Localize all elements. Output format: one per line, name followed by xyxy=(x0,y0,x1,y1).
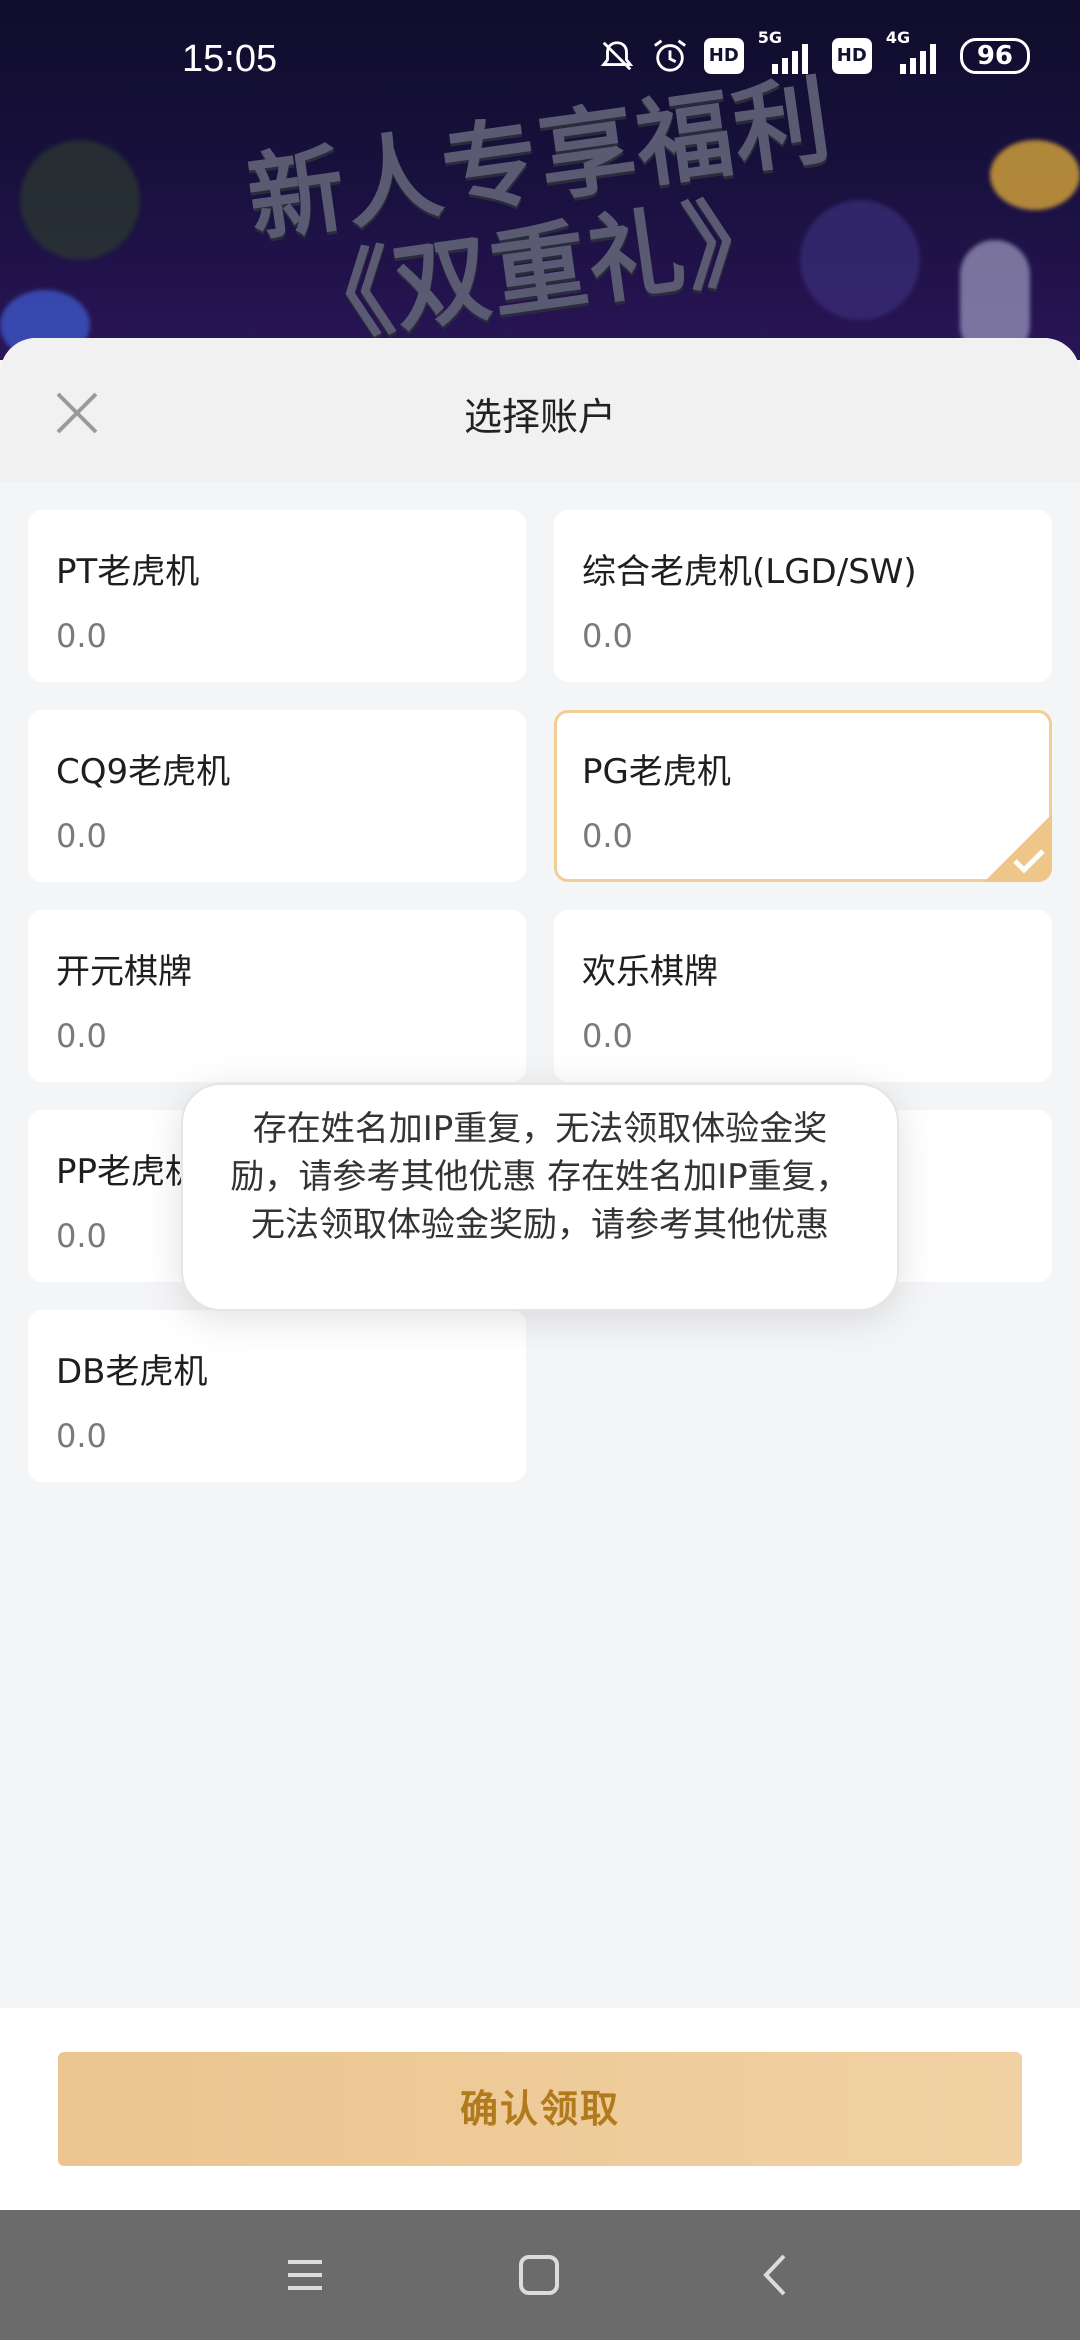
account-card-pt[interactable]: PT老虎机 0.0 xyxy=(28,510,526,682)
account-name: CQ9老虎机 xyxy=(56,752,231,792)
account-balance: 0.0 xyxy=(56,1017,107,1055)
check-icon xyxy=(1013,849,1045,874)
account-balance: 0.0 xyxy=(582,1017,633,1055)
account-card-db[interactable]: DB老虎机 0.0 xyxy=(28,1310,526,1482)
account-balance: 0.0 xyxy=(56,617,107,655)
account-name: DB老虎机 xyxy=(56,1352,208,1392)
selected-check-badge xyxy=(984,814,1052,882)
account-name: 开元棋牌 xyxy=(56,952,192,992)
home-icon[interactable] xyxy=(514,2250,564,2300)
sheet-header: 选择账户 xyxy=(0,338,1080,482)
back-icon[interactable] xyxy=(752,2250,802,2300)
account-balance: 0.0 xyxy=(582,617,633,655)
toast-message: 存在姓名加IP重复，无法领取体验金奖励，请参考其他优惠 存在姓名加IP重复，无法… xyxy=(181,1083,899,1311)
5g-signal-icon: 5G xyxy=(758,28,818,74)
menu-icon[interactable] xyxy=(280,2250,330,2300)
account-card-huanle[interactable]: 欢乐棋牌 0.0 xyxy=(554,910,1052,1082)
coin-decoration xyxy=(990,140,1080,210)
sheet-footer: 确认领取 xyxy=(0,2008,1080,2210)
alarm-icon xyxy=(653,39,686,72)
4g-signal-icon: 4G xyxy=(886,28,946,74)
account-name: PG老虎机 xyxy=(582,752,731,792)
account-balance: 0.0 xyxy=(56,817,107,855)
account-balance: 0.0 xyxy=(582,817,633,855)
bell-off-icon xyxy=(600,41,634,71)
account-card-pg[interactable]: PG老虎机 0.0 xyxy=(554,710,1052,882)
confirm-claim-button[interactable]: 确认领取 xyxy=(58,2052,1022,2166)
account-card-lgd-sw[interactable]: 综合老虎机(LGD/SW) 0.0 xyxy=(554,510,1052,682)
status-icons: HD 5G HD 4G 96 xyxy=(598,28,1030,74)
account-balance: 0.0 xyxy=(56,1417,107,1455)
account-card-kaiyuan[interactable]: 开元棋牌 0.0 xyxy=(28,910,526,1082)
account-grid: PT老虎机 0.0 综合老虎机(LGD/SW) 0.0 CQ9老虎机 0.0 P… xyxy=(28,510,1052,1482)
hd-icon: HD xyxy=(703,38,744,74)
battery-indicator: 96 xyxy=(959,38,1030,74)
hd-icon: HD xyxy=(831,38,872,74)
system-nav-bar xyxy=(0,2210,1080,2340)
sheet-title: 选择账户 xyxy=(463,395,616,439)
status-time: 15:05 xyxy=(182,38,278,80)
account-name: 欢乐棋牌 xyxy=(582,952,718,992)
account-card-cq9[interactable]: CQ9老虎机 0.0 xyxy=(28,710,526,882)
chip-decoration xyxy=(20,140,140,260)
account-name: PT老虎机 xyxy=(56,552,200,592)
account-name: 综合老虎机(LGD/SW) xyxy=(582,552,917,592)
status-bar: 15:05 HD 5G HD 4G 96 xyxy=(0,0,1080,120)
